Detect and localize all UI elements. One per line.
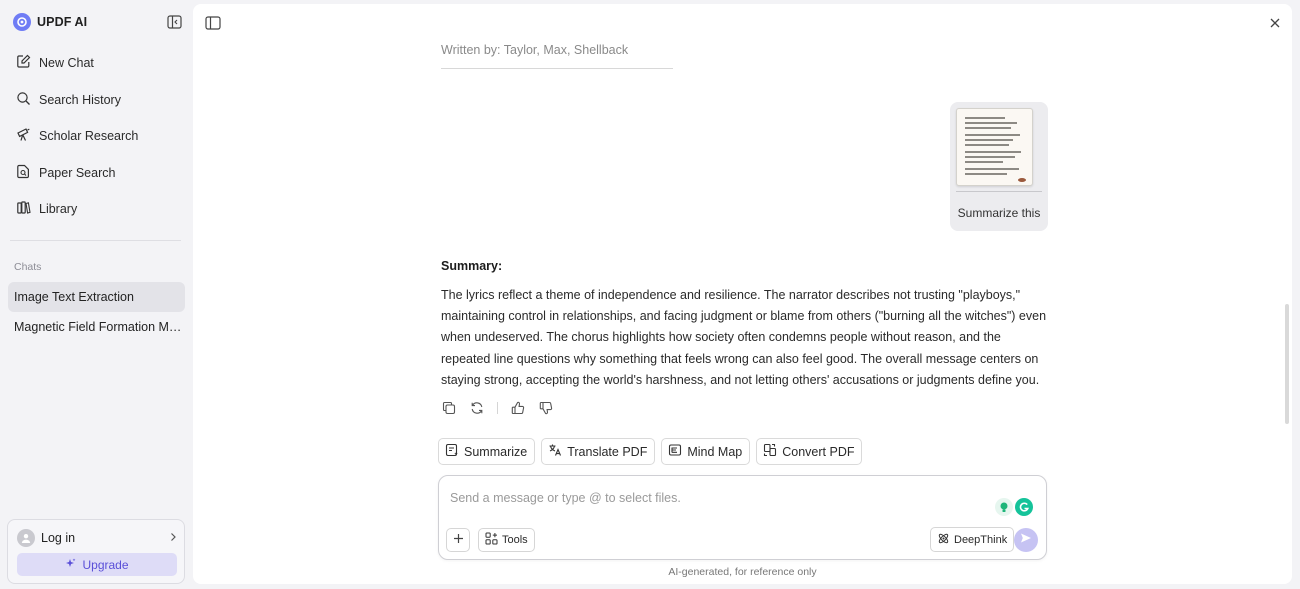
convert-pdf-label: Convert PDF (782, 444, 855, 459)
attachment-divider (956, 191, 1042, 192)
message-composer: Tools DeepThink (438, 475, 1047, 560)
actions-divider (497, 402, 498, 414)
chat-item-image-text-extraction[interactable]: Image Text Extraction (8, 282, 185, 312)
brand-name: UPDF AI (37, 15, 88, 29)
regenerate-icon[interactable] (469, 400, 485, 416)
close-icon[interactable] (1269, 16, 1281, 28)
image-thumbnail[interactable] (956, 108, 1033, 186)
chat-list: Image Text Extraction Magnetic Field For… (8, 282, 185, 342)
plus-icon (453, 531, 464, 549)
document-search-icon (16, 164, 31, 182)
updf-logo-icon (13, 13, 31, 31)
sidebar: UPDF AI New Chat Search History Scholar … (0, 0, 192, 589)
translate-pdf-button[interactable]: Translate PDF (541, 438, 656, 465)
mind-map-label: Mind Map (687, 444, 743, 459)
summarize-label: Summarize (464, 444, 528, 459)
message-input[interactable] (450, 488, 990, 508)
thumbs-down-icon[interactable] (538, 400, 554, 416)
search-icon (16, 91, 31, 109)
brand[interactable]: UPDF AI (13, 13, 87, 31)
collapse-sidebar-icon[interactable] (167, 15, 182, 29)
ai-disclaimer: AI-generated, for reference only (668, 566, 817, 578)
chats-section-label: Chats (14, 261, 42, 273)
extension-icons (995, 498, 1033, 516)
deepthink-button[interactable]: DeepThink (930, 527, 1015, 552)
tools-button[interactable]: Tools (478, 528, 535, 552)
add-attachment-button[interactable] (446, 528, 470, 552)
sidebar-item-scholar-research[interactable]: Scholar Research (8, 118, 184, 155)
convert-icon (763, 443, 777, 460)
chat-item-title: Image Text Extraction (14, 290, 134, 304)
library-icon (16, 200, 31, 218)
assistant-summary-body: The lyrics reflect a theme of independen… (441, 288, 1047, 387)
login-button[interactable]: Log in (17, 528, 177, 548)
sidebar-nav: New Chat Search History Scholar Research… (8, 45, 184, 228)
sidebar-item-label: Scholar Research (39, 129, 139, 144)
thumbs-up-icon[interactable] (510, 400, 526, 416)
atom-icon (937, 532, 950, 548)
sidebar-item-new-chat[interactable]: New Chat (8, 45, 184, 82)
upgrade-button[interactable]: Upgrade (17, 553, 177, 576)
telescope-icon (16, 127, 31, 145)
bulb-extension-icon[interactable] (995, 498, 1013, 516)
copy-icon[interactable] (441, 400, 457, 416)
chat-panel: Written by: Taylor, Max, Shellback Summa… (193, 4, 1292, 584)
deepthink-label: DeepThink (954, 533, 1008, 546)
sidebar-item-label: Search History (39, 92, 121, 107)
sidebar-item-library[interactable]: Library (8, 191, 184, 228)
login-label: Log in (41, 531, 76, 545)
mind-map-icon (668, 443, 682, 460)
send-icon (1020, 531, 1032, 549)
chat-item-title: Magnetic Field Formation Me... (14, 320, 185, 334)
sidebar-item-label: New Chat (39, 56, 94, 71)
written-by-text: Written by: Taylor, Max, Shellback (441, 43, 673, 69)
message-actions (441, 400, 554, 416)
sidebar-item-label: Paper Search (39, 165, 116, 180)
translate-pdf-label: Translate PDF (567, 444, 648, 459)
chat-item-magnetic-field[interactable]: Magnetic Field Formation Me... (8, 312, 185, 342)
sidebar-item-label: Library (39, 202, 78, 217)
quick-actions: Summarize Translate PDF Mind Map Convert… (438, 438, 863, 465)
sidebar-item-paper-search[interactable]: Paper Search (8, 155, 184, 192)
account-panel: Log in Upgrade (7, 519, 185, 584)
grammarly-icon[interactable] (1015, 498, 1033, 516)
sidebar-divider (10, 240, 181, 241)
assistant-summary-title: Summary: (441, 259, 503, 273)
upgrade-label: Upgrade (82, 557, 129, 572)
summarize-icon (445, 443, 459, 460)
summarize-button[interactable]: Summarize (438, 438, 536, 465)
translate-icon (548, 443, 562, 460)
mind-map-button[interactable]: Mind Map (661, 438, 751, 465)
edit-icon (16, 54, 31, 72)
toggle-panel-icon[interactable] (205, 16, 221, 30)
sparkle-icon (65, 558, 76, 572)
sidebar-item-search-history[interactable]: Search History (8, 82, 184, 119)
avatar (17, 529, 35, 547)
tools-label: Tools (502, 534, 528, 546)
chevron-right-icon (169, 531, 177, 545)
user-message-text: Summarize this (957, 206, 1041, 220)
tools-grid-icon (485, 532, 498, 548)
user-message: Summarize this (950, 102, 1048, 231)
scrollbar[interactable] (1285, 304, 1289, 424)
convert-pdf-button[interactable]: Convert PDF (756, 438, 863, 465)
send-button[interactable] (1014, 528, 1038, 552)
